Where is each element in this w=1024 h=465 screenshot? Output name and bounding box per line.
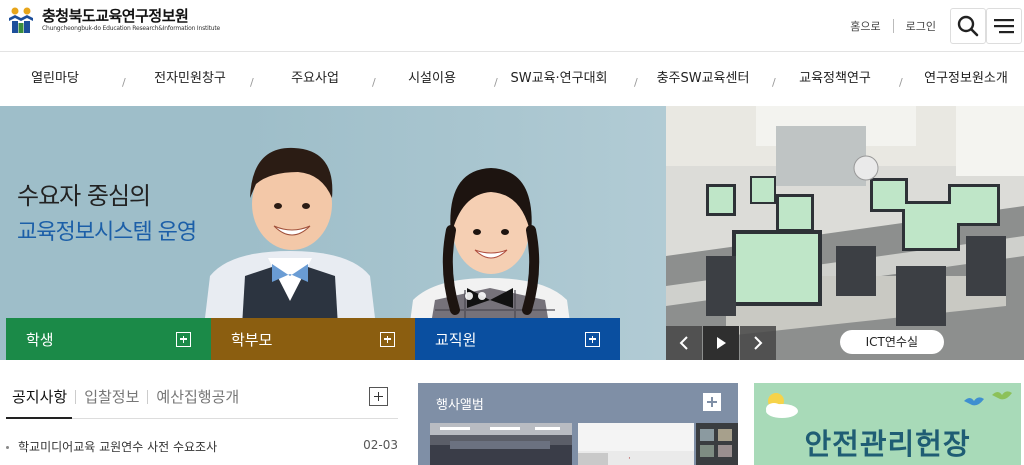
quick-link-parent[interactable]: 학부모 xyxy=(211,318,415,360)
bird-icon xyxy=(964,397,984,406)
safety-charter-banner[interactable]: 안전관리헌장 xyxy=(754,383,1021,465)
album-thumbnail[interactable] xyxy=(430,423,572,465)
tab-divider xyxy=(75,389,77,404)
album-photo xyxy=(696,423,738,465)
main-nav: 열린마당 / 전자민원창구 / 주요사업 / 시설이용 / SW교육·연구대회 … xyxy=(0,52,1024,106)
safety-title: 안전관리헌장 xyxy=(804,427,971,461)
album-more-button[interactable] xyxy=(703,393,721,411)
slide-dot[interactable] xyxy=(478,292,486,300)
hero-heading-line1: 수요자 중심의 xyxy=(17,182,151,210)
logo-subtitle: Chungcheongbuk-do Education Research&Inf… xyxy=(42,24,221,32)
nav-item-policy-research[interactable]: 교육정책연구 xyxy=(799,52,871,106)
search-button[interactable] xyxy=(950,8,986,44)
play-icon xyxy=(717,337,726,349)
slide-dot[interactable] xyxy=(465,292,473,300)
logo-emblem-icon xyxy=(6,6,36,34)
quick-link-label: 교직원 xyxy=(435,330,477,349)
nav-item-facilities[interactable]: 시설이용 xyxy=(408,52,456,106)
plus-icon xyxy=(176,331,191,347)
hamburger-icon xyxy=(994,19,1014,34)
list-item[interactable]: 학교미디어교육 교원연수 사전 수요조사 02-03 xyxy=(6,438,398,455)
computer-lab-photo xyxy=(666,106,1024,360)
album-photo xyxy=(430,423,572,465)
next-button[interactable] xyxy=(740,326,776,360)
album-thumbnail[interactable]: · xyxy=(578,423,694,465)
cloud-sun-icon xyxy=(766,393,798,418)
utility-bar: 홈으로 로그인 xyxy=(838,0,1024,52)
nav-divider: / xyxy=(899,76,903,89)
site-logo[interactable]: 충청북도교육연구정보원 Chungcheongbuk-do Education … xyxy=(6,6,220,34)
nav-item-e-civil[interactable]: 전자민원창구 xyxy=(154,52,226,106)
menu-button[interactable] xyxy=(986,8,1022,44)
play-button[interactable] xyxy=(703,326,739,360)
plus-icon xyxy=(380,331,395,347)
plus-icon xyxy=(585,331,600,347)
tab-divider xyxy=(147,389,149,404)
tab-bids[interactable]: 입찰정보 xyxy=(84,386,139,407)
photo-caption: ICT연수실 xyxy=(839,330,944,354)
nav-item-sw-education[interactable]: SW교육·연구대회 xyxy=(511,52,608,106)
quick-link-student[interactable]: 학생 xyxy=(6,318,211,360)
notice-date: 02-03 xyxy=(363,438,398,452)
nav-divider: / xyxy=(634,76,638,89)
nav-divider: / xyxy=(494,76,498,89)
nav-divider: / xyxy=(250,76,254,89)
nav-item-open-forum[interactable]: 열린마당 xyxy=(31,52,79,106)
tab-budget[interactable]: 예산집행공개 xyxy=(156,386,239,407)
search-icon xyxy=(957,15,979,37)
slide-indicator xyxy=(465,292,486,300)
nav-item-main-projects[interactable]: 주요사업 xyxy=(291,52,339,106)
notice-more-button[interactable] xyxy=(369,387,388,406)
facility-photo-carousel: ICT연수실 xyxy=(666,106,1024,360)
svg-text:·: · xyxy=(628,454,631,464)
bird-icon xyxy=(992,391,1012,400)
quick-link-label: 학부모 xyxy=(231,330,273,349)
nav-item-chungju-sw[interactable]: 충주SW교육센터 xyxy=(657,52,750,106)
logo-title: 충청북도교육연구정보원 xyxy=(42,6,189,25)
bullet-icon xyxy=(6,446,9,449)
login-link[interactable]: 로그인 xyxy=(894,18,948,34)
hero-heading-line2: 교육정보시스템 운영 xyxy=(17,220,197,245)
home-link[interactable]: 홈으로 xyxy=(838,18,892,34)
tab-notices[interactable]: 공지사항 xyxy=(12,386,67,407)
chevron-left-icon xyxy=(679,336,688,350)
notice-tabs: 공지사항 입찰정보 예산집행공개 xyxy=(12,386,239,407)
prev-button[interactable] xyxy=(666,326,702,360)
nav-divider: / xyxy=(372,76,376,89)
quick-link-staff[interactable]: 교직원 xyxy=(415,318,620,360)
event-album: 행사앨범 · xyxy=(418,383,738,465)
nav-item-about[interactable]: 연구정보원소개 xyxy=(924,52,1008,106)
site-header: 충청북도교육연구정보원 Chungcheongbuk-do Education … xyxy=(0,0,1024,52)
album-title: 행사앨범 xyxy=(436,398,484,413)
nav-divider: / xyxy=(772,76,776,89)
carousel-controls xyxy=(666,326,777,360)
active-tab-indicator xyxy=(6,417,72,419)
chevron-right-icon xyxy=(754,336,763,350)
quick-link-label: 학생 xyxy=(26,330,54,349)
notice-panel: 공지사항 입찰정보 예산집행공개 학교미디어교육 교원연수 사전 수요조사 02… xyxy=(0,380,400,465)
notice-title: 학교미디어교육 교원연수 사전 수요조사 xyxy=(18,440,218,454)
album-photo: · xyxy=(578,423,694,465)
nav-divider: / xyxy=(122,76,126,89)
album-thumbnail[interactable] xyxy=(696,423,738,465)
